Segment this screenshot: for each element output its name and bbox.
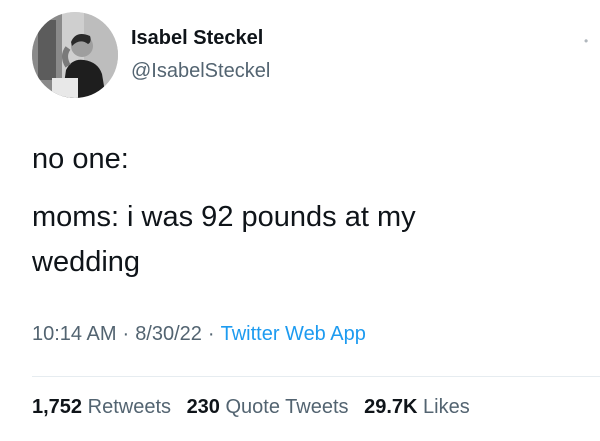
tweet-date[interactable]: 8/30/22 bbox=[135, 323, 202, 345]
tweet-time[interactable]: 10:14 AM bbox=[32, 323, 117, 345]
tweet-card: Isabel Steckel @IsabelSteckel • no one: … bbox=[0, 0, 600, 441]
tweet-source-link[interactable]: Twitter Web App bbox=[221, 323, 366, 345]
tweet-metadata: 10:14 AM · 8/30/22 · Twitter Web App bbox=[32, 323, 366, 346]
quote-tweets-count: 230 bbox=[186, 396, 220, 418]
likes-count: 29.7K bbox=[364, 396, 418, 418]
engagement-stats: 1,752 Retweets 230 Quote Tweets 29.7K Li… bbox=[32, 396, 480, 419]
tweet-text-line: moms: i was 92 pounds at my bbox=[32, 201, 416, 233]
separator-dot: · bbox=[207, 323, 215, 345]
quote-tweets-label: Quote Tweets bbox=[225, 396, 349, 418]
profile-photo-icon bbox=[32, 12, 118, 98]
author-handle[interactable]: @IsabelSteckel bbox=[131, 60, 270, 83]
retweets-count: 1,752 bbox=[32, 396, 83, 418]
likes-stat[interactable]: 29.7K Likes bbox=[364, 396, 470, 418]
divider bbox=[32, 376, 600, 377]
separator-dot: · bbox=[122, 323, 130, 345]
tweet-text-line: no one: bbox=[32, 143, 129, 175]
avatar[interactable] bbox=[32, 12, 118, 98]
author-display-name[interactable]: Isabel Steckel bbox=[131, 27, 263, 50]
quote-tweets-stat[interactable]: 230 Quote Tweets bbox=[187, 396, 349, 418]
retweets-label: Retweets bbox=[87, 396, 171, 418]
retweets-stat[interactable]: 1,752 Retweets bbox=[32, 396, 171, 418]
tweet-text-line: wedding bbox=[32, 246, 141, 278]
likes-label: Likes bbox=[423, 396, 470, 418]
more-options-icon[interactable]: • bbox=[584, 35, 590, 47]
